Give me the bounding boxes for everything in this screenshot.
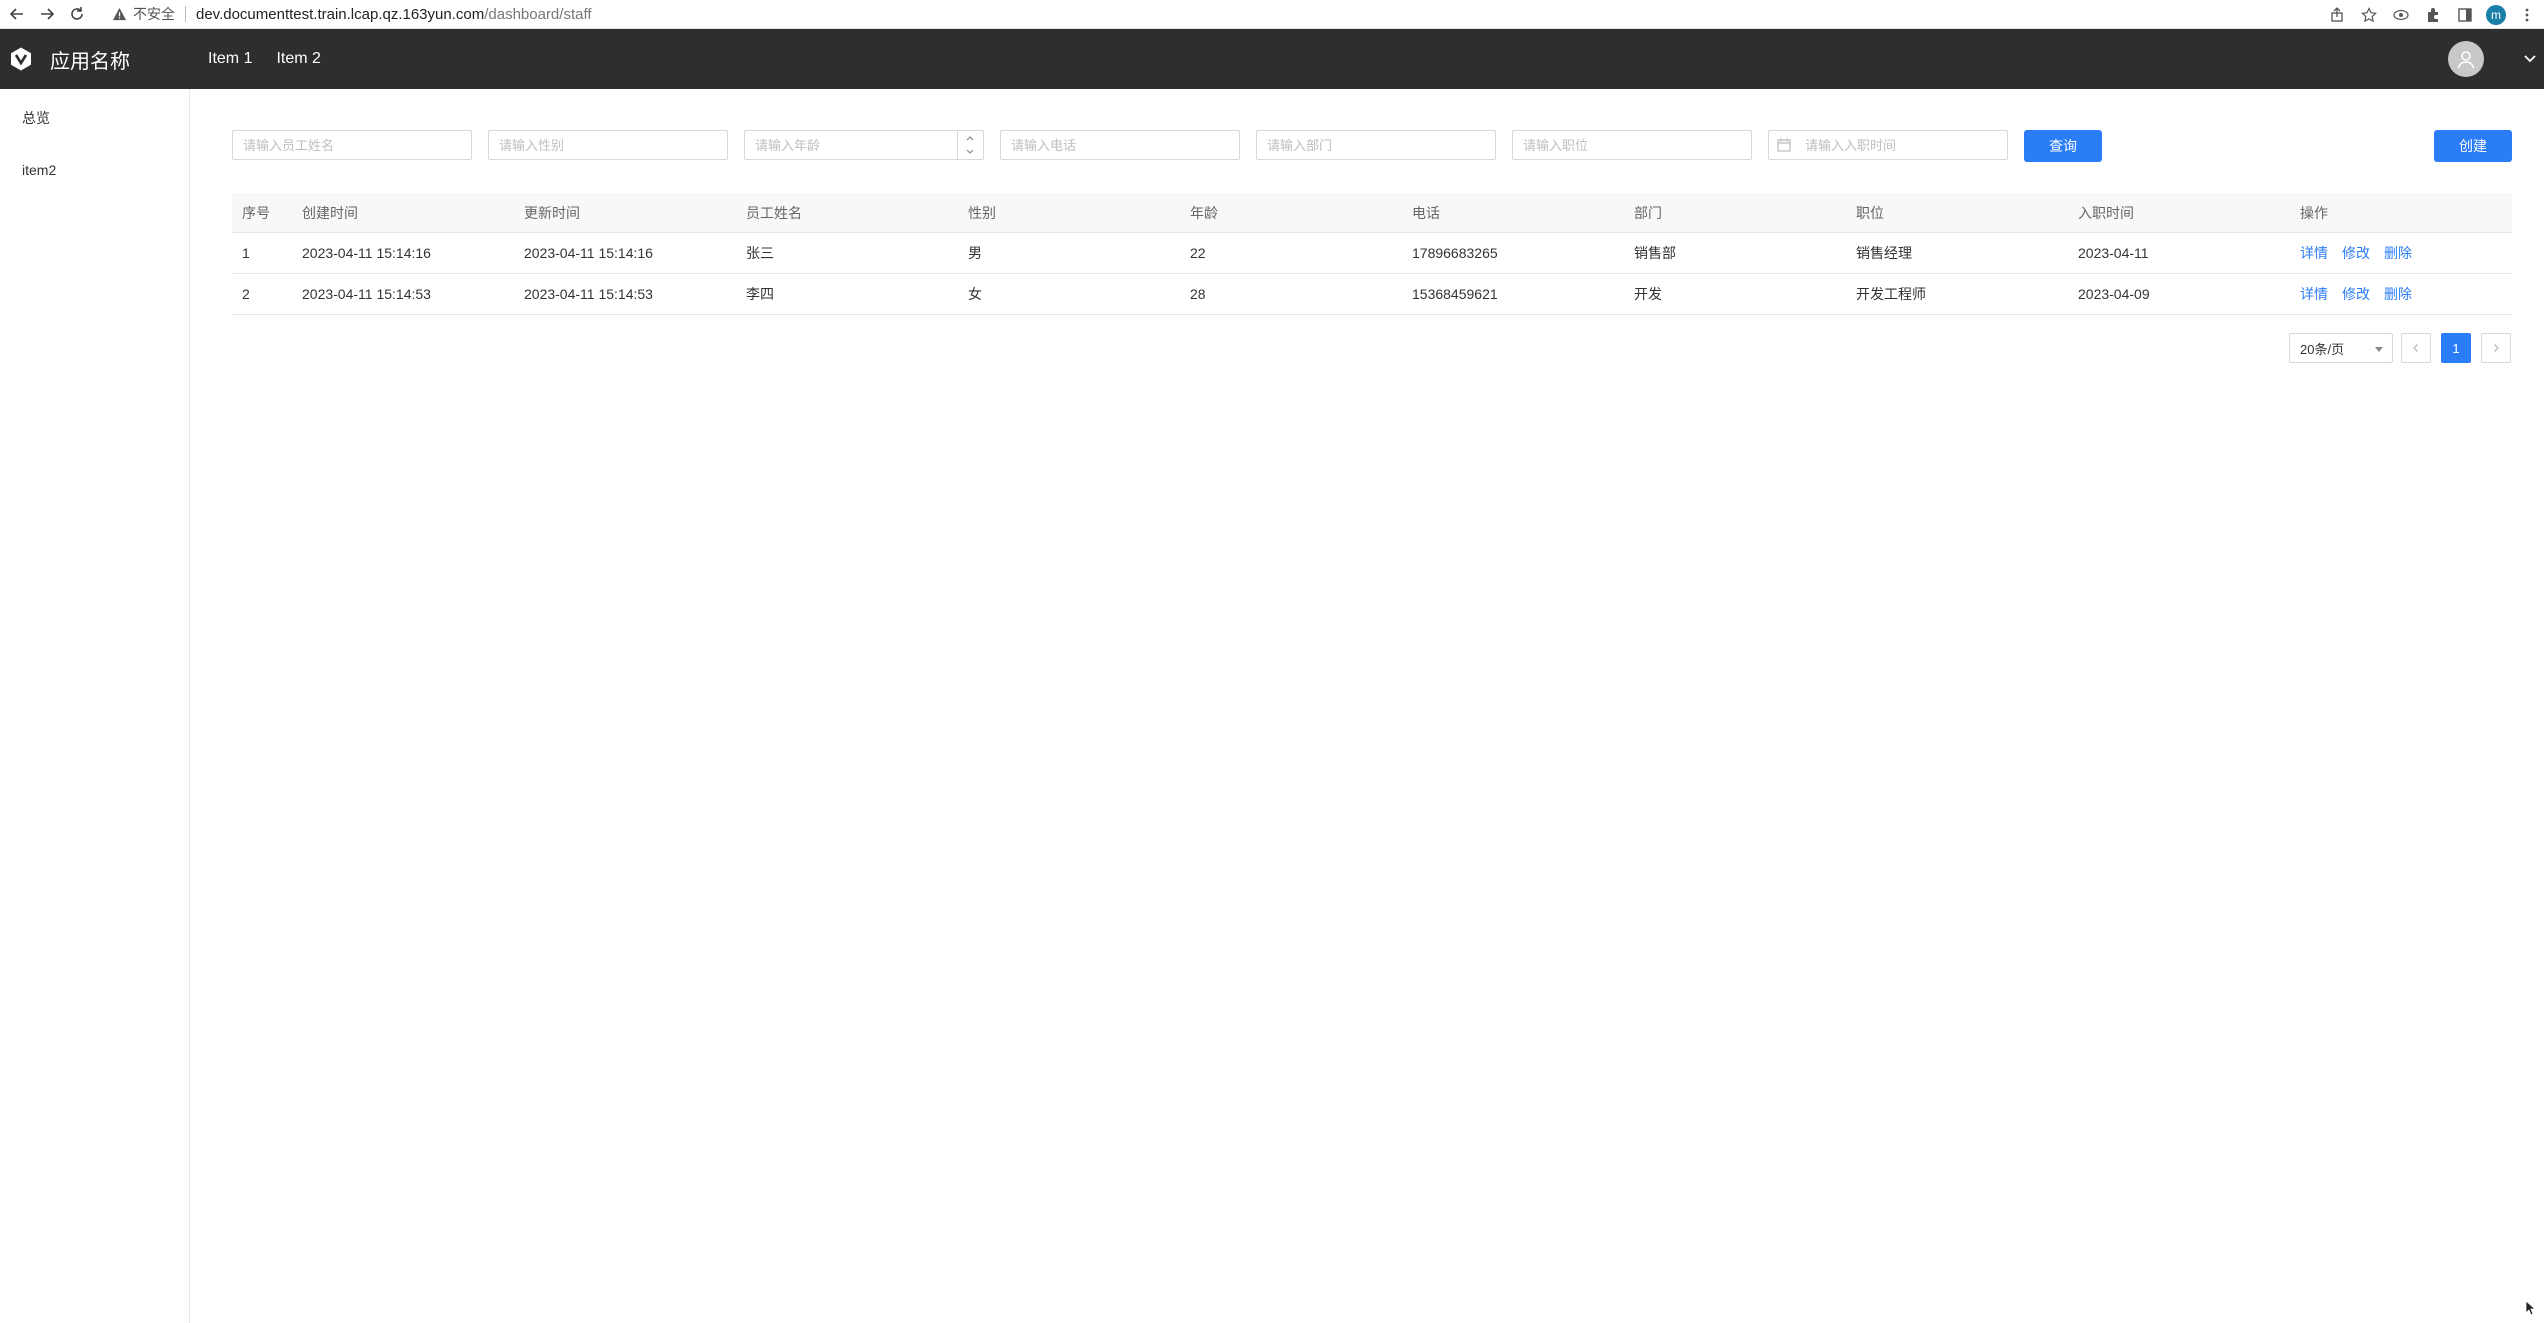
cell-dept: 销售部 xyxy=(1634,245,1676,261)
url-divider xyxy=(185,6,186,22)
sidebar: 总览 item2 xyxy=(0,89,190,1323)
table-header: 序号 创建时间 更新时间 员工姓名 性别 年龄 电话 部门 职位 入职时间 操作 xyxy=(232,193,2512,233)
browser-actions: m xyxy=(2326,0,2538,29)
app-header: 应用名称 Item 1 Item 2 xyxy=(0,29,2544,89)
cell-name: 李四 xyxy=(746,286,774,302)
page-button-current[interactable]: 1 xyxy=(2441,333,2471,363)
top-nav: Item 1 Item 2 xyxy=(208,50,321,68)
security-indicator[interactable]: 不安全 xyxy=(112,4,175,24)
url-host: dev.documenttest.train.lcap.qz.163yun.co… xyxy=(196,5,485,23)
gender-filter-input[interactable] xyxy=(488,130,728,160)
extensions-icon[interactable] xyxy=(2422,4,2444,26)
profile-avatar[interactable]: m xyxy=(2486,4,2506,25)
cell-hire-date: 2023-04-09 xyxy=(2078,286,2150,302)
cursor-icon xyxy=(2525,1300,2537,1316)
nav-item-1[interactable]: Item 1 xyxy=(208,50,252,68)
cell-index: 1 xyxy=(242,245,250,261)
share-icon[interactable] xyxy=(2326,4,2348,26)
cell-dept: 开发 xyxy=(1634,286,1662,302)
caret-down-icon xyxy=(2375,347,2383,352)
col-actions: 操作 xyxy=(2300,204,2328,221)
more-menu-icon[interactable] xyxy=(2516,4,2538,26)
chevron-right-icon xyxy=(2494,344,2499,352)
cell-actions: 详情 修改 删除 xyxy=(2300,233,2426,273)
age-filter-input[interactable] xyxy=(744,130,984,160)
col-index: 序号 xyxy=(242,204,270,221)
page-size-select[interactable]: 20条/页 xyxy=(2289,333,2393,363)
cell-name: 张三 xyxy=(746,245,774,261)
col-name: 员工姓名 xyxy=(746,204,802,221)
browser-toolbar: 不安全 dev.documenttest.train.lcap.qz.163yu… xyxy=(0,0,2544,29)
col-gender: 性别 xyxy=(968,204,996,221)
address-bar[interactable]: dev.documenttest.train.lcap.qz.163yun.co… xyxy=(196,6,592,23)
stepper-up-icon[interactable] xyxy=(958,131,982,145)
user-avatar[interactable] xyxy=(2448,41,2484,77)
prev-page-button[interactable] xyxy=(2401,333,2431,363)
sidebar-item-overview[interactable]: 总览 xyxy=(22,108,50,128)
cell-gender: 男 xyxy=(968,245,982,261)
col-phone: 电话 xyxy=(1412,204,1440,221)
detail-link[interactable]: 详情 xyxy=(2300,243,2328,263)
reload-icon[interactable] xyxy=(64,1,90,27)
table-row: 1 2023-04-11 15:14:16 2023-04-11 15:14:1… xyxy=(232,233,2512,274)
edit-link[interactable]: 修改 xyxy=(2342,284,2370,304)
warning-icon xyxy=(112,7,127,20)
delete-link[interactable]: 删除 xyxy=(2384,243,2412,263)
cell-phone: 17896683265 xyxy=(1412,245,1498,261)
chevron-left-icon xyxy=(2413,344,2418,352)
calendar-icon xyxy=(1777,138,1791,152)
query-button[interactable]: 查询 xyxy=(2024,130,2102,162)
stepper-down-icon[interactable] xyxy=(958,145,982,159)
side-panel-icon[interactable] xyxy=(2454,4,2476,26)
col-dept: 部门 xyxy=(1634,204,1662,221)
hire-date-filter-input[interactable] xyxy=(1768,130,2008,160)
app-logo-icon[interactable] xyxy=(8,46,34,72)
back-icon[interactable] xyxy=(4,1,30,27)
cell-created: 2023-04-11 15:14:16 xyxy=(302,245,431,261)
cell-age: 28 xyxy=(1190,286,1206,302)
cell-updated: 2023-04-11 15:14:53 xyxy=(524,286,653,302)
delete-link[interactable]: 删除 xyxy=(2384,284,2412,304)
cell-position: 开发工程师 xyxy=(1856,286,1926,302)
col-position: 职位 xyxy=(1856,204,1884,221)
security-label: 不安全 xyxy=(133,6,175,22)
bookmark-star-icon[interactable] xyxy=(2358,4,2380,26)
edit-link[interactable]: 修改 xyxy=(2342,243,2370,263)
cell-position: 销售经理 xyxy=(1856,245,1912,261)
app-name: 应用名称 xyxy=(50,50,130,73)
cell-index: 2 xyxy=(242,286,250,302)
age-stepper[interactable] xyxy=(957,131,982,159)
user-icon xyxy=(2457,51,2475,69)
phone-filter-input[interactable] xyxy=(1000,130,1240,160)
col-hire-date: 入职时间 xyxy=(2078,204,2134,221)
position-filter-input[interactable] xyxy=(1512,130,1752,160)
cell-hire-date: 2023-04-11 xyxy=(2078,245,2149,261)
cell-gender: 女 xyxy=(968,286,982,302)
cell-age: 22 xyxy=(1190,245,1206,261)
detail-link[interactable]: 详情 xyxy=(2300,284,2328,304)
nav-item-2[interactable]: Item 2 xyxy=(276,50,320,68)
name-filter-input[interactable] xyxy=(232,130,472,160)
url-path: /dashboard/staff xyxy=(484,5,592,23)
chevron-down-icon[interactable] xyxy=(2523,51,2537,65)
table-row: 2 2023-04-11 15:14:53 2023-04-11 15:14:5… xyxy=(232,274,2512,315)
col-age: 年龄 xyxy=(1190,204,1218,221)
create-button[interactable]: 创建 xyxy=(2434,130,2512,162)
col-created: 创建时间 xyxy=(302,204,358,221)
cell-updated: 2023-04-11 15:14:16 xyxy=(524,245,653,261)
cell-created: 2023-04-11 15:14:53 xyxy=(302,286,431,302)
cell-phone: 15368459621 xyxy=(1412,286,1498,302)
cell-actions: 详情 修改 删除 xyxy=(2300,274,2426,314)
col-updated: 更新时间 xyxy=(524,204,580,221)
next-page-button[interactable] xyxy=(2481,333,2511,363)
forward-icon[interactable] xyxy=(34,1,60,27)
sidebar-item-item2[interactable]: item2 xyxy=(22,162,56,178)
dept-filter-input[interactable] xyxy=(1256,130,1496,160)
eye-icon[interactable] xyxy=(2390,4,2412,26)
page-size-label: 20条/页 xyxy=(2300,341,2345,357)
